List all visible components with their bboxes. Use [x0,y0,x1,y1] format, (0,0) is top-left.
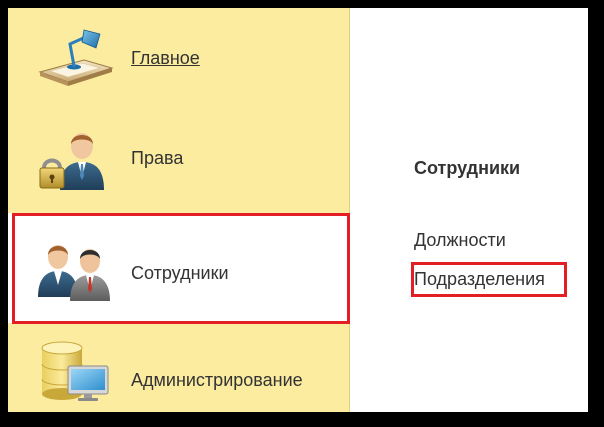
departments-link[interactable]: Подразделения [414,269,545,290]
sidebar-item-label: Главное [131,48,200,68]
positions-link[interactable]: Должности [414,230,506,251]
sidebar-item-label: Сотрудники [131,263,229,283]
section-content-panel: Сотрудники Должности Подразделения [350,8,588,412]
sidebar-item-employees[interactable]: Сотрудники [8,213,349,323]
sidebar-item-rights[interactable]: Права [8,108,349,208]
frame-shadow-right [592,12,602,422]
sidebar-item-label: Администрирование [131,370,303,390]
sections-panel: Главное Права Сотрудники Администрирован… [8,8,350,412]
frame-shadow-bottom [12,414,600,424]
desk-lamp-icon [38,29,114,86]
app-window: Главное Права Сотрудники Администрирован… [8,8,588,412]
employees-icon [38,245,110,301]
sidebar-item-main[interactable]: Главное [8,8,349,108]
sidebar-item-administration[interactable]: Администрирование [8,326,349,412]
user-lock-icon [39,133,104,190]
database-monitor-icon [41,341,109,401]
sidebar-item-label: Права [131,148,184,168]
section-title: Сотрудники [414,158,521,178]
